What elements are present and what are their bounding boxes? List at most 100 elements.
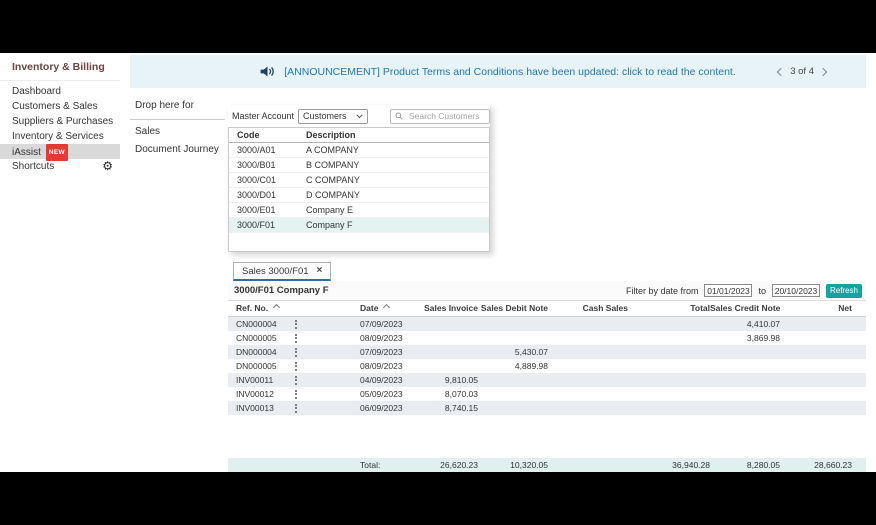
chevron-down-icon bbox=[356, 113, 363, 118]
sidebar-item-customers-sales[interactable]: Customers & Sales bbox=[0, 99, 120, 114]
sidebar-item-label: Shortcuts bbox=[12, 161, 55, 172]
banner-page-indicator: 3 of 4 bbox=[790, 66, 814, 77]
transaction-ref: INV00011 bbox=[236, 375, 274, 385]
date-to-input[interactable] bbox=[772, 284, 820, 297]
customer-code: 3000/E01 bbox=[237, 205, 276, 215]
tab-close-icon[interactable]: × bbox=[317, 266, 323, 276]
row-menu-cell bbox=[290, 331, 360, 345]
customer-code: 3000/A01 bbox=[237, 145, 276, 155]
customer-row[interactable]: 3000/C01 C COMPANY bbox=[229, 173, 489, 188]
drop-panel-items: Sales Document Journey bbox=[130, 120, 225, 156]
chevron-right-icon[interactable] bbox=[818, 67, 828, 76]
transaction-date: 07/09/2023 bbox=[360, 347, 403, 357]
chevron-left-icon[interactable] bbox=[776, 67, 786, 76]
date-header-label: Date bbox=[360, 303, 379, 313]
customer-row[interactable]: 3000/B01 B COMPANY bbox=[229, 158, 489, 173]
transaction-net bbox=[780, 317, 852, 331]
date-header[interactable]: Date bbox=[360, 301, 420, 316]
sidebar-items: Dashboard Customers & Sales Suppliers & Pu… bbox=[0, 81, 120, 174]
customer-row[interactable]: 3000/F01 Company F bbox=[229, 218, 489, 233]
transaction-total bbox=[628, 387, 710, 401]
transaction-cash bbox=[548, 387, 628, 401]
sidebar-item-shortcuts[interactable]: Shortcuts ⚙ bbox=[0, 159, 120, 174]
kebab-menu-icon[interactable] bbox=[291, 346, 301, 359]
transaction-row[interactable]: INV00013 06/09/2023 8,740.15 bbox=[228, 401, 866, 415]
transaction-credit bbox=[710, 401, 780, 415]
customer-description-header: Description bbox=[306, 130, 356, 140]
sort-asc-icon bbox=[273, 303, 281, 312]
transaction-row[interactable]: DN000004 07/09/2023 5,430.07 bbox=[228, 345, 866, 359]
sidebar-item-inventory-services[interactable]: Inventory & Services bbox=[0, 129, 120, 144]
transaction-credit bbox=[710, 387, 780, 401]
sidebar-title: Inventory & Billing bbox=[0, 53, 120, 81]
kebab-menu-icon[interactable] bbox=[291, 332, 301, 345]
row-menu-cell bbox=[290, 387, 360, 401]
row-menu-cell bbox=[290, 317, 360, 331]
transaction-credit: 3,869.98 bbox=[746, 333, 780, 343]
drop-target-sales[interactable]: Sales bbox=[130, 120, 225, 138]
transaction-row[interactable]: CN000005 08/09/2023 3,869.98 bbox=[228, 331, 866, 345]
transaction-date: 08/09/2023 bbox=[360, 333, 403, 343]
sidebar-item-iassist[interactable]: iAssist NEW bbox=[0, 144, 120, 161]
transaction-credit bbox=[710, 359, 780, 373]
date-from-input[interactable] bbox=[704, 284, 753, 297]
customer-code: 3000/C01 bbox=[237, 175, 277, 185]
transaction-cash bbox=[548, 331, 628, 345]
sidebar-item-dashboard[interactable]: Dashboard bbox=[0, 84, 120, 99]
customer-row[interactable]: 3000/E01 Company E bbox=[229, 203, 489, 218]
detail-title: 3000/F01 Company F bbox=[234, 285, 329, 296]
kebab-menu-icon[interactable] bbox=[291, 388, 301, 401]
announcement-banner[interactable]: [ANNOUNCEMENT] Product Terms and Conditi… bbox=[130, 55, 866, 88]
total-sales-debit-note: 10,320.05 bbox=[510, 460, 548, 470]
master-account-dropdown[interactable]: Customers bbox=[298, 108, 369, 124]
transaction-debit bbox=[478, 331, 548, 345]
transaction-row[interactable]: DN000005 08/09/2023 4,889.98 bbox=[228, 359, 866, 373]
customer-table-header: Code Description bbox=[229, 128, 489, 143]
master-account-controls: Master Account Customers bbox=[228, 105, 490, 127]
sidebar-item-suppliers-purchases[interactable]: Suppliers & Purchases bbox=[0, 114, 120, 129]
filter-label: Filter by date from bbox=[625, 285, 699, 296]
transaction-row[interactable]: INV00012 05/09/2023 8,070.03 bbox=[228, 387, 866, 401]
transaction-net bbox=[780, 387, 852, 401]
sidebar-item-label: Dashboard bbox=[12, 86, 61, 97]
transaction-credit bbox=[710, 373, 780, 387]
total-label: Total: bbox=[360, 460, 381, 470]
gear-icon[interactable]: ⚙ bbox=[102, 160, 113, 173]
ref-no-header-label: Ref. No. bbox=[236, 303, 269, 313]
transaction-total bbox=[628, 345, 710, 359]
transactions-table-header: Ref. No. Date Sales Invoice Sales Debit … bbox=[228, 301, 866, 317]
kebab-menu-icon[interactable] bbox=[291, 402, 301, 415]
sales-invoice-header: Sales Invoice bbox=[424, 303, 478, 313]
announcement-text[interactable]: [ANNOUNCEMENT] Product Terms and Conditi… bbox=[284, 66, 736, 78]
kebab-menu-icon[interactable] bbox=[291, 360, 301, 373]
drop-target-document-journey[interactable]: Document Journey bbox=[130, 138, 225, 156]
customer-row[interactable]: 3000/A01 A COMPANY bbox=[229, 143, 489, 158]
kebab-menu-icon[interactable] bbox=[291, 318, 301, 331]
transaction-row[interactable]: CN000004 07/09/2023 4,410.07 bbox=[228, 317, 866, 331]
row-menu-cell bbox=[290, 401, 360, 415]
kebab-menu-icon[interactable] bbox=[291, 374, 301, 387]
customer-description: C COMPANY bbox=[306, 175, 360, 185]
drop-panel: Drop here for Sales Document Journey bbox=[130, 96, 225, 156]
transaction-date: 04/09/2023 bbox=[360, 375, 403, 385]
transaction-debit: 5,430.07 bbox=[514, 347, 548, 357]
customer-code: 3000/B01 bbox=[237, 160, 276, 170]
transaction-ref: INV00012 bbox=[236, 389, 274, 399]
refresh-button[interactable]: Refresh bbox=[826, 283, 862, 298]
sales-debit-note-header: Sales Debit Note bbox=[480, 303, 548, 313]
ref-no-header[interactable]: Ref. No. bbox=[228, 301, 290, 316]
total-net: 28,660.23 bbox=[814, 460, 852, 470]
transaction-total bbox=[628, 373, 710, 387]
customer-search-input[interactable] bbox=[407, 110, 485, 122]
customer-description: D COMPANY bbox=[306, 190, 360, 200]
tab-sales-3000-f01[interactable]: Sales 3000/F01 × bbox=[233, 262, 332, 281]
total-sales-credit-note: 8,280.05 bbox=[746, 460, 780, 470]
transaction-ref: DN000005 bbox=[236, 361, 277, 371]
transaction-total bbox=[628, 317, 710, 331]
customer-row[interactable]: 3000/D01 D COMPANY bbox=[229, 188, 489, 203]
screen: { "sidebar": { "title": "Inventory & Bil… bbox=[0, 0, 876, 525]
customer-table: Code Description 3000/A01 A COMPANY 3000/B… bbox=[228, 127, 490, 252]
transactions-table: Ref. No. Date Sales Invoice Sales Debit … bbox=[228, 301, 866, 472]
transaction-row[interactable]: INV00011 04/09/2023 9,810.05 bbox=[228, 373, 866, 387]
transaction-debit: 4,889.98 bbox=[514, 361, 548, 371]
